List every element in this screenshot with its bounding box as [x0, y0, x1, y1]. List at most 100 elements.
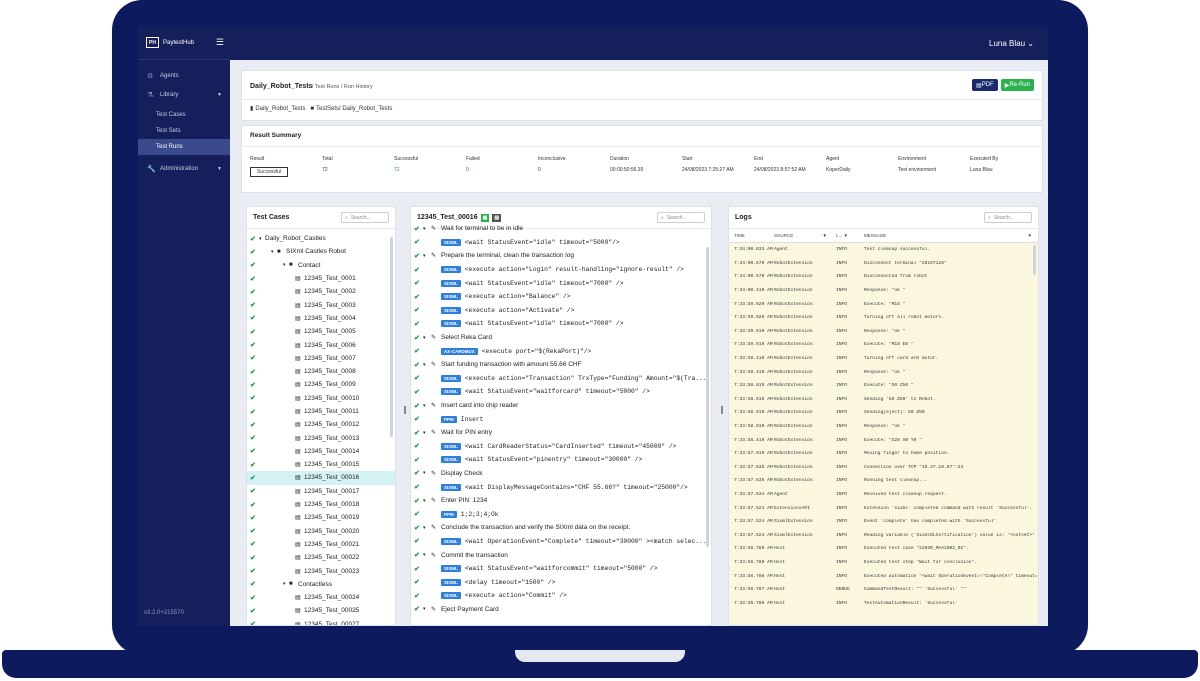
log-row[interactable]: 7:33:58.919 AM RobotExtension INFO Execute:…: [729, 379, 1038, 393]
log-icon[interactable]: ▤: [492, 213, 502, 222]
brand[interactable]: PH PaytestHub ☰: [138, 26, 230, 60]
scrollbar[interactable]: [706, 247, 709, 547]
tree-item[interactable]: ✔ ▤ 12345_Test_00024: [247, 591, 395, 604]
tree-item[interactable]: ✔ ▤ 12345_Test_00015: [247, 458, 395, 471]
hamburger-icon[interactable]: ☰: [216, 37, 224, 48]
tree-item[interactable]: ✔ ▤ 12345_Test_00013: [247, 431, 395, 444]
sidebar-item-library[interactable]: ⚗ Library ▼: [138, 85, 230, 104]
caret-icon[interactable]: ▾: [423, 253, 431, 259]
log-row[interactable]: 7:33:57.524 AM SixmlExtension INFO Event 'c…: [729, 515, 1038, 529]
tree-item[interactable]: ✔ ▤ 12345_Test_0003: [247, 298, 395, 311]
caret-icon[interactable]: ▾: [423, 470, 431, 476]
tree-item[interactable]: ✔ ▤ 12345_Test_00021: [247, 538, 395, 551]
tree-item[interactable]: ✔ ▤ 12345_Test_0008: [247, 365, 395, 378]
automation-command[interactable]: ✔ SIXML <wait StatusEvent="idle" timeout="…: [411, 317, 711, 331]
automation-command[interactable]: ✔ SIXML <execute action="Commit" />: [411, 589, 711, 603]
sidebar-item-agents[interactable]: ⚙ Agents: [138, 66, 230, 85]
test-step[interactable]: ✔ ▾ ✎ Commit the transaction: [411, 548, 711, 562]
test-step[interactable]: ✔ ▾ ✎ Insert card into chip reader: [411, 399, 711, 413]
log-row[interactable]: 7:33:58.919 AM RobotExtension INFO Response…: [729, 420, 1038, 434]
sidebar-subitem-test-cases[interactable]: Test Cases: [138, 107, 230, 123]
test-step[interactable]: ✔ ▾ ✎ Wait for PIN entry: [411, 426, 711, 440]
automation-command[interactable]: ✔ SIXML <delay timeout="1500" />: [411, 575, 711, 589]
log-row[interactable]: 7:33:56.786 AM Host INFO TestAutomationResu…: [729, 596, 1038, 610]
automation-command[interactable]: ✔ SIXML <wait OperationEvent="Complete" ti…: [411, 535, 711, 549]
log-row[interactable]: 7:33:56.787 AM Host DEBUG CommandTestResult…: [729, 583, 1038, 597]
tree-item[interactable]: ✔ ▤ 12345_Test_0007: [247, 352, 395, 365]
scrollbar[interactable]: [1033, 245, 1036, 275]
column-header[interactable]: MESSAGE ▼: [864, 233, 1038, 238]
tree-item[interactable]: ✔ ▤ 12345_Test_0005: [247, 325, 395, 338]
automation-command[interactable]: ✔ SIXML <execute action="Transaction" TrxT…: [411, 372, 711, 386]
logs-search[interactable]: ⌕ Search...: [984, 212, 1032, 223]
tree-item[interactable]: ✔ ▤ 12345_Test_0004: [247, 312, 395, 325]
panel-resize-handle[interactable]: [721, 406, 723, 414]
automation-command[interactable]: ✔ SIXML <execute action="Login" result-han…: [411, 263, 711, 277]
pdf-button[interactable]: ▤ PDF: [972, 79, 998, 91]
log-row[interactable]: 7:33:57.635 AM RobotExtension INFO Running …: [729, 474, 1038, 488]
tree-item[interactable]: ✔ ▤ 12345_Test_00014: [247, 445, 395, 458]
sidebar-subitem-test-sets[interactable]: Test Sets: [138, 123, 230, 139]
log-row[interactable]: 7:33:57.634 AM Agent INFO Received test cle…: [729, 488, 1038, 502]
log-row[interactable]: 7:33:56.789 AM Host INFO Executed test case…: [729, 542, 1038, 556]
tree-item[interactable]: ✔ ▾ ■ SIXml Castles Robot: [247, 245, 395, 258]
caret-icon[interactable]: ▾: [423, 498, 431, 504]
tree-item[interactable]: ✔ ▤ 12345_Test_00023: [247, 564, 395, 577]
automation-command[interactable]: ✔ SIXML <wait StatusEvent="idle" timeout="…: [411, 276, 711, 290]
user-menu[interactable]: Luna Blau ⌄: [989, 39, 1034, 48]
automation-command[interactable]: ✔ SIXML <execute action="Balance" />: [411, 290, 711, 304]
tree-item[interactable]: ✔ ▤ 12345_Test_00019: [247, 511, 395, 524]
log-row[interactable]: 7:34:00.633 AM Agent INFO Test cleanup succ…: [729, 243, 1038, 257]
automation-command[interactable]: ✔ SIXML <wait StatusEvent="idle" timeout="…: [411, 236, 711, 250]
caret-icon[interactable]: ▾: [423, 226, 431, 232]
test-cases-search[interactable]: ⌕ Search...: [341, 212, 389, 223]
tree-item[interactable]: ✔ ▾ Daily_Robot_Castles: [247, 232, 395, 245]
breadcrumb-item[interactable]: Test Runs: [315, 84, 339, 90]
tree-item[interactable]: ✔ ▤ 12345_Test_00017: [247, 485, 395, 498]
log-row[interactable]: 7:33:59.419 AM RobotExtension INFO Turning …: [729, 352, 1038, 366]
caret-icon[interactable]: ▾: [423, 362, 431, 368]
tree-item[interactable]: ✔ ▤ 12345_Test_0006: [247, 338, 395, 351]
automation-command[interactable]: ✔ PPM 1;2;3;4;Ok: [411, 507, 711, 521]
tree-item[interactable]: ✔ ▤ 12345_Test_00016: [247, 471, 395, 485]
tree-item[interactable]: ✔ ▤ 12345_Test_00011: [247, 405, 395, 418]
log-row[interactable]: 7:33:59.920 AM RobotExtension INFO Execute:…: [729, 297, 1038, 311]
path-root[interactable]: Daily_Robot_Tests: [255, 106, 305, 112]
test-step[interactable]: ✔ ▾ ✎ Select Reka Card: [411, 331, 711, 345]
log-row[interactable]: 7:33:59.419 AM RobotExtension INFO Response…: [729, 365, 1038, 379]
panel-resize-handle[interactable]: [404, 406, 406, 414]
tree-item[interactable]: ✔ ▤ 12345_Test_00012: [247, 418, 395, 431]
tree-item[interactable]: ✔ ▾ ■ Contactless: [247, 578, 395, 591]
automation-command[interactable]: ✔ PPM Insert: [411, 412, 711, 426]
log-row[interactable]: 7:33:59.919 AM RobotExtension INFO Execute:…: [729, 338, 1038, 352]
test-step[interactable]: ✔ ▾ ✎ Display Check: [411, 467, 711, 481]
tree-item[interactable]: ✔ ▾ ■ Contact: [247, 259, 395, 272]
automation-command[interactable]: ✔ AX-CARDMUX <execute port="$(RekaPort)"/>: [411, 344, 711, 358]
log-row[interactable]: 7:33:57.919 AM RobotExtension INFO Moving f…: [729, 447, 1038, 461]
test-step[interactable]: ✔ ▾ ✎ Start funding transaction with amoun…: [411, 358, 711, 372]
log-row[interactable]: 7:34:00.570 AM RobotExtension INFO Disconne…: [729, 270, 1038, 284]
automation-command[interactable]: ✔ SIXML <wait StatusEvent="waitforcommit" …: [411, 562, 711, 576]
caret-icon[interactable]: ▾: [423, 552, 431, 558]
automation-command[interactable]: ✔ SIXML <execute action="Activate" />: [411, 304, 711, 318]
log-row[interactable]: 7:34:00.570 AM RobotExtension INFO Disconne…: [729, 257, 1038, 271]
log-row[interactable]: 7:34:00.419 AM RobotExtension INFO Response…: [729, 284, 1038, 298]
tree-item[interactable]: ✔ ▤ 12345_Test_0001: [247, 272, 395, 285]
home-icon[interactable]: ⌂: [307, 84, 310, 90]
automation-command[interactable]: ✔ SIXML <wait StatusEvent="pinentry" timeo…: [411, 453, 711, 467]
automation-command[interactable]: ✔ SIXML <wait StatusEvent="waitforcard" ti…: [411, 385, 711, 399]
log-row[interactable]: 7:33:59.919 AM RobotExtension INFO Response…: [729, 325, 1038, 339]
test-step[interactable]: ✔ ▾ ✎ Prepare the terminal, clean the tran…: [411, 249, 711, 263]
test-step[interactable]: ✔ ▾ ✎ Eject Payment Card: [411, 603, 711, 617]
log-row[interactable]: 7:33:58.919 AM RobotExtension INFO Sending(…: [729, 406, 1038, 420]
log-row[interactable]: 7:33:58.419 AM RobotExtension INFO Execute:…: [729, 433, 1038, 447]
caret-icon[interactable]: ▾: [423, 430, 431, 436]
log-row[interactable]: 7:33:56.788 AM Host INFO Executed automatio…: [729, 569, 1038, 583]
tree-item[interactable]: ✔ ▤ 12345_Test_00022: [247, 551, 395, 564]
caret-icon[interactable]: ▾: [423, 606, 431, 612]
column-header[interactable]: TIME: [729, 233, 774, 238]
automation-command[interactable]: ✔ SIXML <wait DisplayMessageContains="CHF …: [411, 480, 711, 494]
test-step[interactable]: ✔ ▾ ✎ Conclude the transaction and verify …: [411, 521, 711, 535]
tree-item[interactable]: ✔ ▤ 12345_Test_00018: [247, 498, 395, 511]
column-header[interactable]: SOURCE ▼: [774, 233, 836, 238]
